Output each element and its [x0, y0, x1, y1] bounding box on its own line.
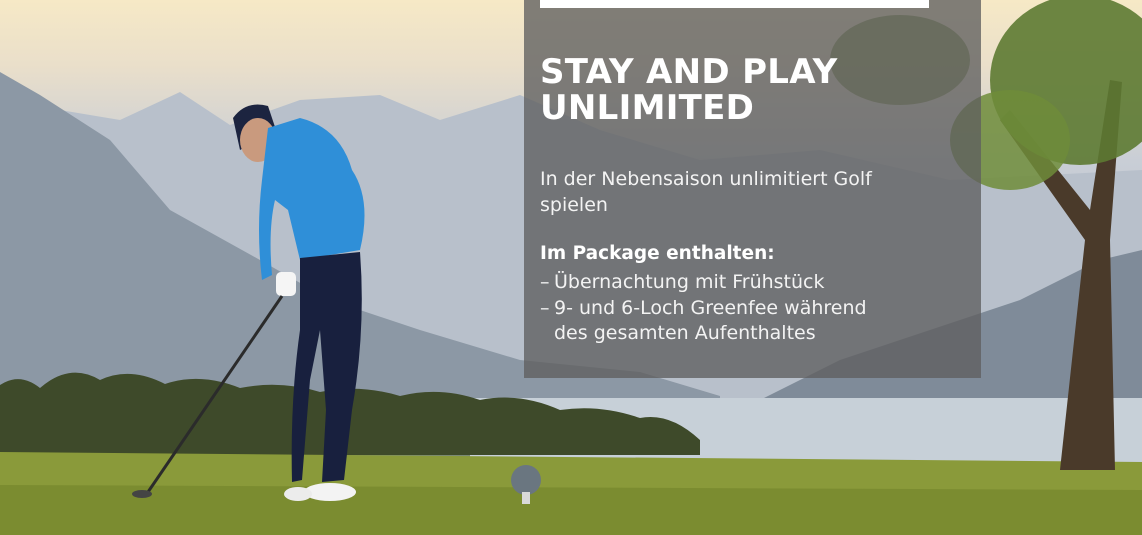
promo-subline: In der Nebensaison unlimitiert Golf spie…: [540, 168, 872, 216]
promo-headline: STAY AND PLAY UNLIMITED: [540, 54, 960, 127]
promo-panel: STAY AND PLAY UNLIMITED In der Nebensais…: [524, 0, 981, 378]
headline-line-2: UNLIMITED: [540, 88, 755, 129]
package-item-text: 9- und 6-Loch Greenfee während des gesam…: [554, 296, 867, 345]
panel-top-bar: [540, 0, 929, 8]
headline-line-1: STAY AND PLAY: [540, 52, 838, 92]
hero-banner: STAY AND PLAY UNLIMITED In der Nebensais…: [0, 0, 1142, 535]
tee-marker: [511, 465, 541, 495]
dash-bullet: –: [540, 296, 550, 319]
dash-bullet: –: [540, 271, 550, 293]
package-title: Im Package enthalten:: [540, 243, 775, 264]
package-item: – 9- und 6-Loch Greenfee während des ges…: [540, 296, 900, 347]
package-item: – Übernachtung mit Frühstück: [540, 270, 900, 296]
package-item-text: Übernachtung mit Frühstück: [554, 271, 825, 293]
package-list: – Übernachtung mit Frühstück – 9- und 6-…: [540, 270, 900, 347]
grass-shade: [0, 485, 1142, 535]
